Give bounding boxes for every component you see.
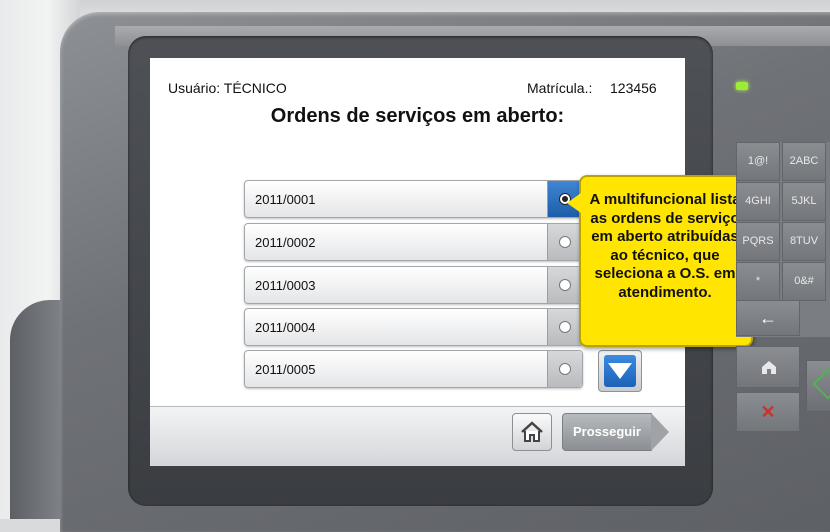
registration-value: 123456 — [610, 80, 657, 96]
home-button[interactable] — [512, 413, 552, 451]
order-row[interactable]: 2011/0003 — [244, 266, 583, 304]
order-radio[interactable] — [547, 224, 582, 260]
home-icon — [762, 361, 776, 374]
key-4[interactable]: 4GHI — [736, 182, 780, 221]
order-row[interactable]: 2011/0005 — [244, 350, 583, 388]
key-2[interactable]: 2ABC — [782, 142, 826, 181]
radio-indicator — [559, 236, 571, 248]
order-id: 2011/0002 — [255, 235, 316, 250]
radio-indicator — [559, 279, 571, 291]
bottom-bar: Prosseguir — [150, 406, 685, 466]
key-8[interactable]: 8TUV — [782, 222, 826, 261]
proceed-button[interactable]: Prosseguir — [562, 413, 669, 451]
radio-indicator — [559, 363, 571, 375]
callout-text: A multifuncional lista as ordens de serv… — [589, 191, 741, 301]
backspace-key[interactable]: ← — [736, 300, 800, 336]
home-key[interactable] — [736, 346, 800, 388]
order-id: 2011/0001 — [255, 192, 316, 207]
order-radio[interactable] — [547, 267, 582, 303]
registration-label: Matrícula.: — [527, 80, 593, 96]
start-key[interactable] — [806, 360, 830, 412]
arrow-down-icon — [604, 355, 636, 387]
order-row[interactable]: 2011/0002 — [244, 223, 583, 261]
radio-indicator — [559, 321, 571, 333]
order-id: 2011/0003 — [255, 278, 316, 293]
order-row[interactable]: 2011/0004 — [244, 308, 583, 346]
order-radio[interactable] — [547, 351, 582, 387]
status-led — [736, 82, 748, 90]
user-label: Usuário: TÉCNICO — [168, 80, 287, 96]
order-row[interactable]: 2011/0001 — [244, 180, 583, 218]
key-0[interactable]: 0&# — [782, 262, 826, 301]
order-id: 2011/0005 — [255, 362, 316, 377]
cancel-key[interactable]: ✕ — [736, 392, 800, 432]
home-icon — [521, 421, 543, 442]
scroll-down-button[interactable] — [598, 350, 642, 392]
order-id: 2011/0004 — [255, 320, 316, 335]
info-callout: A multifuncional lista as ordens de serv… — [567, 175, 753, 347]
key-star[interactable]: * — [736, 262, 780, 301]
key-5[interactable]: 5JKL — [782, 182, 826, 221]
order-radio[interactable] — [547, 309, 582, 345]
key-7[interactable]: PQRS — [736, 222, 780, 261]
key-1[interactable]: 1@! — [736, 142, 780, 181]
page-title: Ordens de serviços em aberto: — [270, 105, 565, 127]
